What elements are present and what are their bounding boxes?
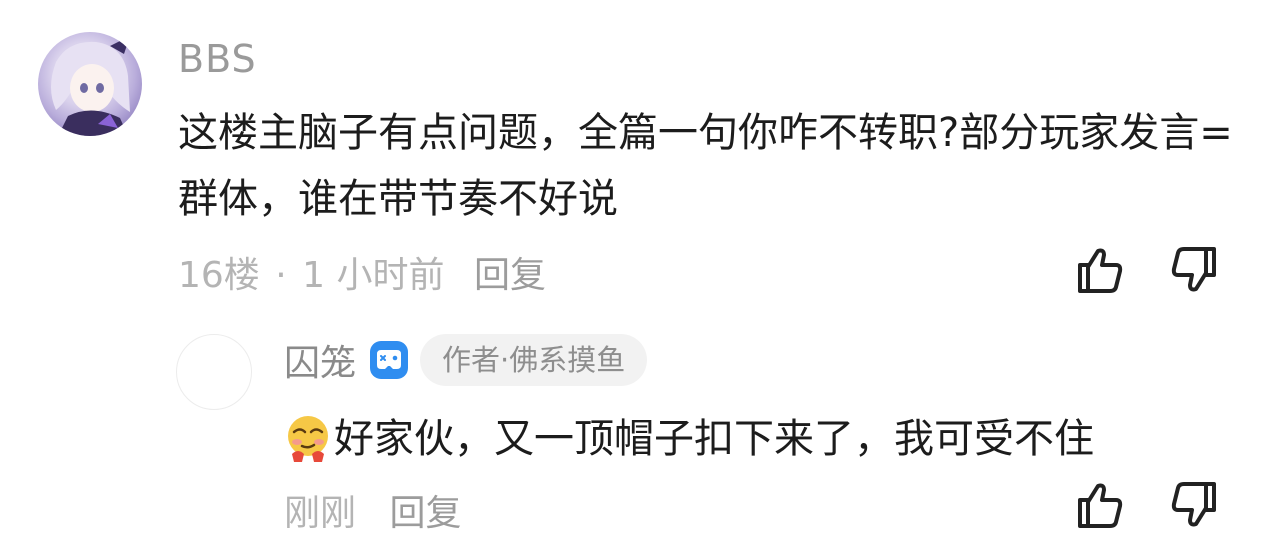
reply-text: 好家伙，又一顶帽子扣下来了，我可受不住 [334, 416, 1094, 462]
reply-username[interactable]: 囚笼 [284, 334, 356, 386]
reply-dislike-button[interactable] [1168, 478, 1222, 532]
reply-timestamp: 刚刚 [284, 493, 357, 534]
comment-meta: 16楼 · 1 小时前 回复 [178, 246, 546, 298]
gamepad-icon [368, 339, 410, 381]
anime-character-avatar-icon [51, 36, 130, 136]
thumbs-down-icon [1171, 482, 1216, 527]
reply-to-reply-button[interactable]: 回复 [389, 493, 461, 534]
avatar[interactable] [38, 32, 142, 136]
reply-meta: 刚刚 回复 [284, 484, 461, 536]
thumbs-down-icon [1171, 247, 1216, 292]
reply-avatar[interactable] [176, 334, 252, 410]
author-badge: 作者·佛系摸鱼 [420, 334, 648, 386]
reply-like-button[interactable] [1072, 478, 1126, 532]
thumbs-up-icon [1078, 248, 1123, 293]
floor-number: 16楼 [178, 255, 260, 296]
timestamp: 1 小时前 [302, 255, 445, 296]
comment-text: 这楼主脑子有点问题，全篇一句你咋不转职?部分玩家发言=群体，谁在带节奏不好说 [178, 110, 1233, 222]
username[interactable]: BBS [178, 37, 257, 81]
thumbs-up-icon [1078, 483, 1123, 528]
smirk-emoji-icon [284, 414, 332, 464]
dislike-button[interactable] [1168, 243, 1222, 297]
meta-separator: · [275, 255, 287, 296]
like-button[interactable] [1072, 243, 1126, 297]
reply-button[interactable]: 回复 [474, 255, 546, 296]
